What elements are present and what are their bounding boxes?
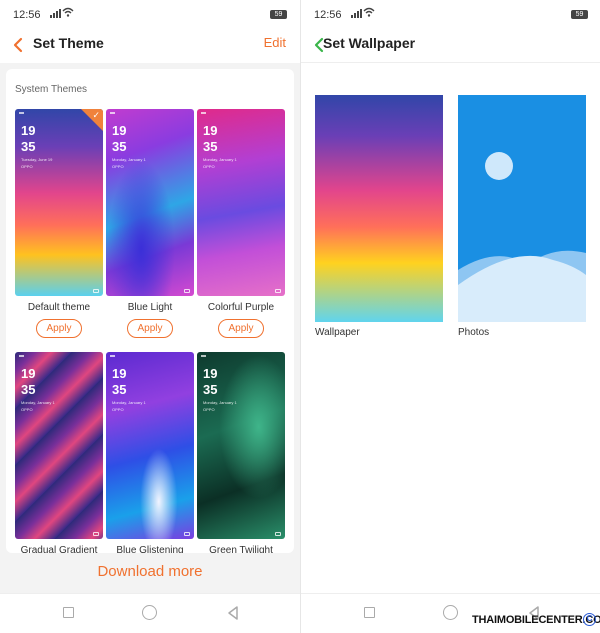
theme-name: Blue Glistening — [116, 545, 184, 553]
photos-preview[interactable] — [458, 95, 586, 322]
themes-card: System Themes 19 35 Tuesday, June 19 OPP… — [6, 69, 294, 553]
brand-label: OPPO — [21, 164, 33, 169]
brand-label: OPPO — [203, 164, 215, 169]
camera-icon — [93, 289, 99, 293]
theme-colorful-purple[interactable]: 19 35 Monday, January 1 OPPO Colorful Pu… — [197, 109, 285, 338]
status-mini-icon — [19, 355, 24, 357]
theme-gradual-gradient[interactable]: 19 35 Monday, January 1 OPPO Gradual Gra… — [15, 352, 103, 553]
status-time: 12:56 — [314, 9, 342, 21]
theme-preview[interactable]: 19 35 Monday, January 1 OPPO — [106, 352, 194, 539]
title-bar: Set Wallpaper — [301, 30, 600, 63]
status-time: 12:56 — [13, 9, 41, 21]
status-mini-icon — [201, 112, 206, 114]
apply-button[interactable]: Apply — [127, 319, 173, 338]
clock-minute: 35 — [21, 382, 36, 397]
wallpaper-preview[interactable] — [315, 95, 443, 322]
clock-minute: 35 — [203, 139, 218, 154]
apply-button[interactable]: Apply — [218, 319, 264, 338]
brand-label: OPPO — [112, 164, 124, 169]
theme-preview[interactable]: 19 35 Monday, January 1 OPPO — [197, 109, 285, 296]
theme-preview[interactable]: 19 35 Monday, January 1 OPPO — [197, 352, 285, 539]
camera-icon — [184, 532, 190, 536]
page-title: Set Wallpaper — [323, 35, 416, 51]
wallpaper-label: Wallpaper — [315, 327, 360, 338]
clock-hour: 19 — [21, 366, 36, 381]
brand-label: OPPO — [112, 407, 124, 412]
status-bar: 12:56 59 — [301, 0, 600, 30]
nav-bar — [301, 593, 600, 633]
signal-icon — [50, 8, 61, 18]
battery-icon: 59 — [270, 10, 287, 19]
section-label: System Themes — [15, 84, 88, 95]
theme-name: Blue Light — [127, 302, 173, 313]
home-icon[interactable] — [443, 605, 458, 620]
theme-blue-glistening[interactable]: 19 35 Monday, January 1 OPPO Blue Gliste… — [106, 352, 194, 553]
status-mini-icon — [19, 112, 24, 114]
clock-minute: 35 — [203, 382, 218, 397]
clock-hour: 19 — [112, 123, 127, 138]
signal-icon — [351, 8, 362, 18]
theme-name: Colorful Purple — [207, 302, 275, 313]
page-title: Set Theme — [33, 35, 104, 51]
theme-name: Green Twilight — [209, 545, 273, 553]
brand-label: OPPO — [21, 407, 33, 412]
theme-green-twilight[interactable]: 19 35 Monday, January 1 OPPO Green Twili… — [197, 352, 285, 553]
clock-hour: 19 — [203, 366, 218, 381]
clock-minute: 35 — [112, 382, 127, 397]
battery-icon: 59 — [571, 10, 588, 19]
clock-hour: 19 — [203, 123, 218, 138]
clock-minute: 35 — [112, 139, 127, 154]
recents-icon[interactable] — [63, 607, 74, 618]
set-wallpaper-screen: 12:56 59 Set Wallpaper Wallpaper Photos — [300, 0, 600, 633]
home-icon[interactable] — [142, 605, 157, 620]
recents-icon[interactable] — [364, 607, 375, 618]
title-bar: Set Theme Edit — [0, 30, 300, 63]
theme-preview[interactable]: 19 35 Monday, January 1 OPPO — [106, 109, 194, 296]
nav-bar — [0, 593, 300, 633]
clock-date: Monday, January 1 — [203, 157, 237, 162]
camera-icon — [184, 289, 190, 293]
wifi-icon — [62, 7, 74, 17]
clock-minute: 35 — [21, 139, 36, 154]
status-bar: 12:56 59 — [0, 0, 300, 30]
nav-back-icon[interactable] — [226, 605, 240, 621]
status-mini-icon — [201, 355, 206, 357]
theme-preview[interactable]: 19 35 Monday, January 1 OPPO — [15, 352, 103, 539]
status-mini-icon — [110, 112, 115, 114]
camera-icon — [275, 532, 281, 536]
theme-blue-light[interactable]: 19 35 Monday, January 1 OPPO Blue Light … — [106, 109, 194, 338]
apply-button[interactable]: Apply — [36, 319, 82, 338]
theme-preview[interactable]: 19 35 Tuesday, June 19 OPPO ✓ — [15, 109, 103, 296]
clock-hour: 19 — [21, 123, 36, 138]
theme-default[interactable]: 19 35 Tuesday, June 19 OPPO ✓ Default th… — [15, 109, 103, 338]
photos-label: Photos — [458, 327, 490, 338]
checkmark-icon: ✓ — [92, 110, 100, 120]
back-arrow-icon[interactable] — [10, 35, 28, 55]
clock-date: Monday, January 1 — [203, 400, 237, 405]
photos-tile[interactable]: Photos — [458, 95, 586, 338]
camera-icon — [275, 289, 281, 293]
clock-date: Tuesday, June 19 — [21, 157, 53, 162]
brand-label: OPPO — [203, 407, 215, 412]
theme-name: Gradual Gradient — [20, 545, 98, 553]
download-more-bar: Download more — [0, 553, 300, 593]
clock-date: Monday, January 1 — [112, 157, 146, 162]
wallpaper-tile[interactable]: Wallpaper — [315, 95, 443, 338]
clock-date: Monday, January 1 — [21, 400, 55, 405]
copyright-icon: C — [583, 613, 596, 626]
camera-icon — [93, 532, 99, 536]
set-theme-screen: 12:56 59 Set Theme Edit System Themes 19… — [0, 0, 300, 633]
photo-placeholder-icon — [458, 152, 586, 322]
status-mini-icon — [110, 355, 115, 357]
theme-name: Default theme — [27, 302, 91, 313]
wifi-icon — [363, 7, 375, 17]
edit-button[interactable]: Edit — [264, 35, 286, 50]
clock-hour: 19 — [112, 366, 127, 381]
watermark-text: THAIMOBILECENTER.COM — [472, 614, 600, 626]
clock-date: Monday, January 1 — [112, 400, 146, 405]
download-more-button[interactable]: Download more — [97, 563, 202, 580]
